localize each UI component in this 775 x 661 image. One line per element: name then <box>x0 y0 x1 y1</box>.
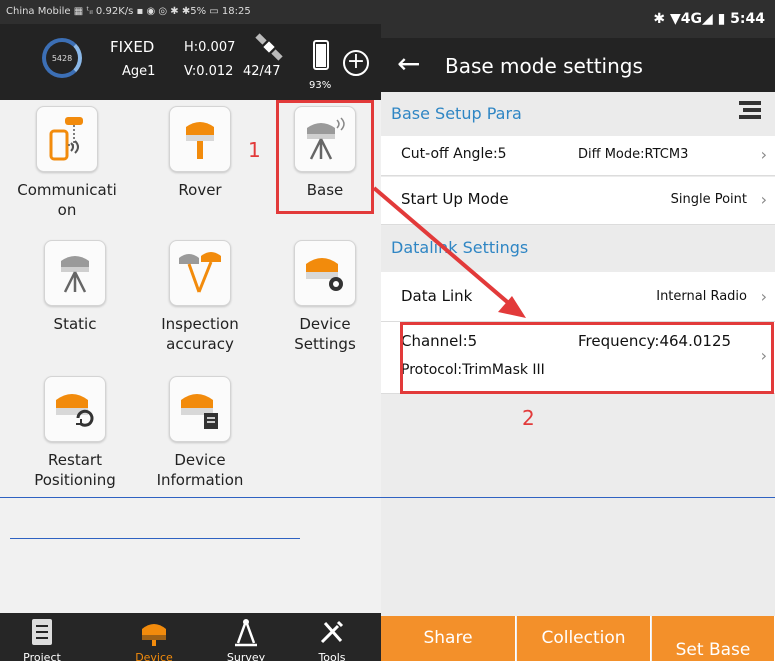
age-value: Age1 <box>122 64 156 79</box>
nav-label: Tools <box>318 651 346 661</box>
grid-label: Device Information <box>156 451 244 489</box>
app-bar: ← Base mode settings <box>381 38 775 92</box>
nav-survey[interactable]: Survey <box>208 613 284 661</box>
chevron-right-icon: › <box>760 287 767 306</box>
status-bar: China Mobile ▦ ᵗᵢₗ 0.92K/s ▪ ◉ ◎ ✱ ✱5% ▭… <box>0 0 381 24</box>
grid-label: Static <box>53 315 97 333</box>
page-title: Base mode settings <box>445 54 643 78</box>
menu-icon[interactable] <box>739 101 761 122</box>
battery-icon <box>313 40 329 70</box>
static-icon <box>44 240 106 306</box>
callout-number-2: 2 <box>522 406 535 430</box>
nav-tools[interactable]: Tools <box>294 613 370 661</box>
restart-positioning-item[interactable]: Restart Positioning <box>20 376 130 490</box>
project-icon <box>32 619 52 645</box>
h-precision: H:0.007 <box>184 40 236 55</box>
grid-label: Restart Positioning <box>34 451 116 489</box>
device-settings-item[interactable]: Device Settings <box>270 240 380 354</box>
survey-icon <box>235 619 257 647</box>
satellite-ring-indicator[interactable]: 5428 <box>42 38 82 78</box>
diff-mode: Diff Mode:RTCM3 <box>578 147 689 162</box>
status-bar: ✱ ▼4G◢ ▮ 5:44 <box>381 0 775 38</box>
share-button[interactable]: Share <box>381 616 516 661</box>
set-base-startup-button[interactable]: Set Base Startup <box>652 616 775 661</box>
nav-label: Project <box>23 651 61 661</box>
grid-label: Inspection accuracy <box>161 315 239 353</box>
inspection-accuracy-item[interactable]: Inspection accuracy <box>145 240 255 354</box>
rover-icon <box>169 106 231 172</box>
chevron-right-icon: › <box>760 145 767 164</box>
data-link-row[interactable]: Data Link Internal Radio › <box>381 272 775 322</box>
cutoff-diffmode-row[interactable]: Cut-off Angle:5 Diff Mode:RTCM3 › <box>381 136 775 176</box>
static-item[interactable]: Static <box>20 240 130 334</box>
rover-item[interactable]: Rover <box>145 106 255 200</box>
device-settings-icon <box>294 240 356 306</box>
data-link-label: Data Link <box>401 287 473 305</box>
battery-percent: 93% <box>309 80 332 91</box>
tools-icon <box>320 620 344 644</box>
divider-line <box>10 538 300 539</box>
device-icon <box>142 624 166 646</box>
nav-label: Survey <box>226 651 266 661</box>
section-header-datalink: Datalink Settings <box>381 226 775 270</box>
collection-button[interactable]: Collection <box>517 616 651 661</box>
callout-box-base <box>276 100 374 214</box>
callout-number-1: 1 <box>248 138 261 162</box>
divider-line <box>0 497 775 498</box>
grid-label: Device Settings <box>294 315 356 353</box>
startup-mode-label: Start Up Mode <box>401 190 509 208</box>
gnss-status-header: 5428 FIXED Age1 H:0.007 V:0.012 42/47 93… <box>0 24 381 100</box>
add-button[interactable]: + <box>343 50 369 76</box>
device-information-item[interactable]: Device Information <box>145 376 255 490</box>
satellite-count: 42/47 <box>243 64 281 79</box>
satellite-icon <box>255 33 283 61</box>
communication-icon <box>36 106 98 172</box>
startup-mode-row[interactable]: Start Up Mode Single Point › <box>381 177 775 225</box>
fix-status: FIXED <box>110 38 155 56</box>
cutoff-angle: Cut-off Angle:5 <box>401 146 507 162</box>
grid-label: Rover <box>178 181 222 199</box>
startup-mode-value: Single Point <box>670 192 747 207</box>
communication-item[interactable]: Communicati on <box>12 106 122 220</box>
nav-device[interactable]: Device <box>116 613 192 661</box>
callout-box-radio <box>400 322 774 394</box>
data-link-value: Internal Radio <box>656 289 747 304</box>
v-precision: V:0.012 <box>184 64 234 79</box>
nav-project[interactable]: Project <box>4 613 80 661</box>
nav-label: Device <box>135 651 173 661</box>
section-header-base-setup: Base Setup Para <box>381 92 775 136</box>
ring-value: 5428 <box>51 53 73 63</box>
grid-label: Communicati on <box>17 181 117 219</box>
device-information-icon <box>169 376 231 442</box>
back-arrow-icon[interactable]: ← <box>397 50 420 78</box>
restart-positioning-icon <box>44 376 106 442</box>
screenshot-root: China Mobile ▦ ᵗᵢₗ 0.92K/s ▪ ◉ ◎ ✱ ✱5% ▭… <box>0 0 775 661</box>
bottom-navigation: Project Device Survey Tools <box>0 613 381 661</box>
inspection-accuracy-icon <box>169 240 231 306</box>
chevron-right-icon: › <box>760 190 767 209</box>
